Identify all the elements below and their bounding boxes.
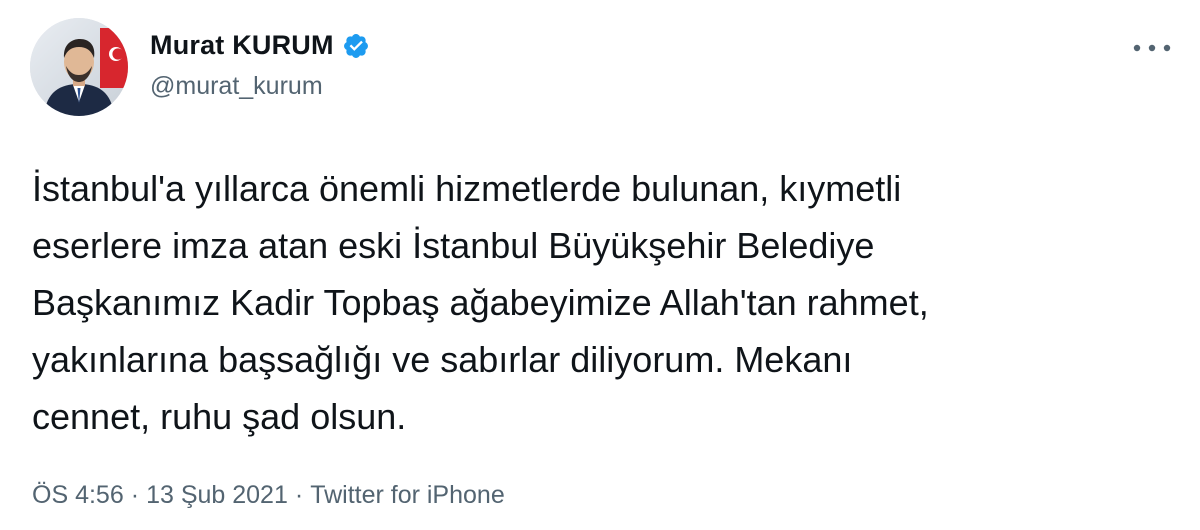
- meta-separator: ·: [130, 481, 140, 509]
- tweet-text-line: eserlere imza atan eski İstanbul Büyükşe…: [32, 225, 875, 266]
- user-handle[interactable]: @murat_kurum: [150, 72, 323, 101]
- display-name[interactable]: Murat KURUM: [150, 30, 334, 61]
- avatar-image: [30, 18, 128, 116]
- tweet-metadata: ÖS 4:56 · 13 Şub 2021 · Twitter for iPhone: [32, 481, 505, 510]
- tweet-text: İstanbul'a yıllarca önemli hizmetlerde b…: [32, 160, 1172, 445]
- tweet-source-link[interactable]: Twitter for iPhone: [310, 481, 505, 509]
- more-options-button[interactable]: [1130, 36, 1174, 60]
- tweet-text-line: Başkanımız Kadir Topbaş ağabeyimize Alla…: [32, 282, 929, 323]
- tweet-date-link[interactable]: 13 Şub 2021: [146, 481, 288, 509]
- more-options-icon: [1133, 44, 1171, 52]
- tweet-text-line: yakınlarına başsağlığı ve sabırlar diliy…: [32, 339, 853, 380]
- author-name-row: Murat KURUM: [150, 30, 370, 61]
- tweet-card: Murat KURUM @murat_kurum İstanbul'a yıll…: [0, 0, 1200, 530]
- tweet-text-line: cennet, ruhu şad olsun.: [32, 396, 407, 437]
- tweet-text-line: İstanbul'a yıllarca önemli hizmetlerde b…: [32, 168, 902, 209]
- avatar[interactable]: [30, 18, 128, 116]
- verified-badge-icon: [342, 32, 370, 60]
- meta-separator: ·: [294, 481, 304, 509]
- tweet-time-link[interactable]: ÖS 4:56: [32, 481, 124, 509]
